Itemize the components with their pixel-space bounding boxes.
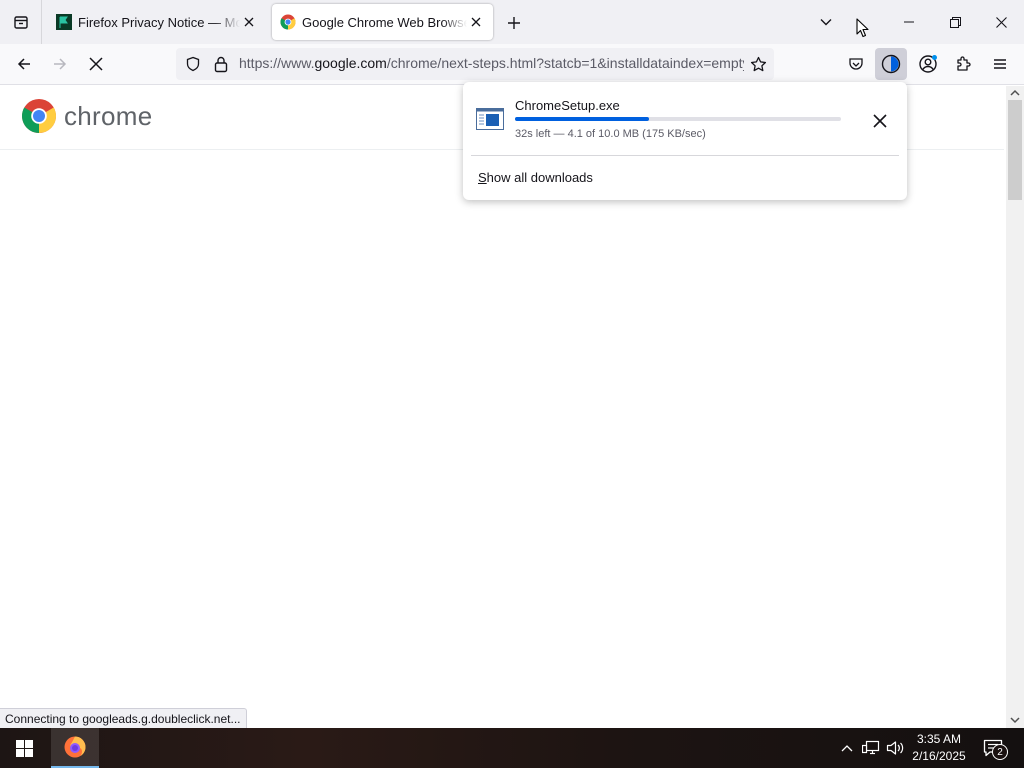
tab-title: Google Chrome Web Browser: Download [302, 14, 467, 30]
lock-icon[interactable] [213, 55, 229, 73]
tab-close-icon[interactable] [467, 13, 485, 31]
account-button[interactable] [912, 48, 944, 80]
show-hidden-icons-button[interactable] [836, 736, 858, 760]
url-text[interactable]: https://www.google.com/chrome/next-steps… [239, 55, 744, 71]
hamburger-menu-icon [994, 59, 1006, 69]
star-bookmark-icon[interactable] [750, 56, 767, 73]
restore-button[interactable] [932, 0, 978, 44]
new-tab-button[interactable] [502, 11, 526, 35]
notification-count-badge: 2 [992, 744, 1008, 760]
windows-taskbar: 3:35 AM 2/16/2025 2 [0, 728, 1024, 768]
arrow-left-icon [17, 58, 30, 70]
close-icon [995, 16, 1007, 28]
scroll-thumb[interactable] [1008, 100, 1022, 200]
download-progress-icon [881, 54, 901, 74]
menu-button[interactable] [984, 48, 1016, 80]
navigation-toolbar: https://www.google.com/chrome/next-steps… [0, 44, 1024, 85]
tab-google-chrome[interactable]: Google Chrome Web Browser: Download [272, 4, 493, 40]
cancel-download-button[interactable] [865, 106, 895, 136]
action-center-button[interactable]: 2 [978, 734, 1008, 762]
divider [471, 155, 899, 156]
clock-time: 3:35 AM [916, 732, 962, 746]
url-path: /chrome/next-steps.html?statcb=1&install… [386, 55, 744, 71]
minimize-button[interactable] [886, 0, 932, 44]
volume-tray-button[interactable] [884, 736, 906, 760]
shield-icon[interactable] [185, 56, 201, 72]
account-icon [919, 55, 937, 73]
plus-icon [508, 17, 520, 29]
extensions-button[interactable] [948, 48, 980, 80]
downloads-button[interactable] [875, 48, 907, 80]
tab-close-icon[interactable] [240, 13, 258, 31]
scroll-up-arrow-icon[interactable] [1010, 89, 1020, 97]
stop-loading-icon [89, 57, 103, 71]
start-button[interactable] [0, 728, 48, 768]
firefox-view-icon [13, 16, 28, 29]
chevron-down-icon [820, 19, 832, 26]
mouse-cursor-icon [856, 18, 869, 38]
exe-file-icon [476, 108, 504, 130]
minimize-icon [904, 21, 914, 23]
chrome-logo-icon[interactable] [21, 98, 57, 134]
tab-firefox-privacy[interactable]: Firefox Privacy Notice — Mozilla [48, 4, 266, 40]
stop-button[interactable] [80, 48, 112, 80]
address-bar[interactable]: https://www.google.com/chrome/next-steps… [176, 48, 774, 80]
show-all-downloads-button[interactable]: Show all downloads [478, 170, 593, 185]
page-scrollbar[interactable] [1006, 86, 1024, 728]
mozilla-flag-icon [56, 14, 72, 30]
puzzle-piece-icon [957, 56, 971, 71]
show-all-label: how all downloads [486, 170, 593, 185]
brand-wordmark[interactable]: chrome [64, 101, 153, 132]
taskbar-clock[interactable]: 3:35 AM 2/16/2025 [908, 731, 970, 765]
download-progress-bar [515, 117, 841, 121]
status-bar: Connecting to googleads.g.doubleclick.ne… [0, 708, 247, 728]
url-domain: google.com [314, 55, 387, 71]
network-icon [862, 740, 880, 755]
tab-title: Firefox Privacy Notice — Mozilla [78, 14, 240, 30]
arrow-right-icon [54, 58, 67, 70]
close-window-button[interactable] [978, 0, 1024, 44]
network-tray-button[interactable] [860, 736, 882, 760]
back-button[interactable] [8, 48, 40, 80]
downloads-panel: ChromeSetup.exe 32s left — 4.1 of 10.0 M… [463, 82, 907, 200]
scroll-down-arrow-icon[interactable] [1010, 716, 1020, 724]
firefox-view-button[interactable] [0, 0, 42, 44]
chrome-favicon-icon [280, 14, 296, 30]
access-key: S [478, 170, 487, 185]
tab-strip: Firefox Privacy Notice — Mozilla Google … [0, 0, 1024, 44]
download-progress-fill [515, 117, 649, 121]
list-all-tabs-button[interactable] [814, 10, 838, 34]
firefox-logo-icon [64, 736, 86, 758]
forward-button[interactable] [44, 48, 76, 80]
url-prefix: https://www. [239, 55, 315, 71]
pocket-button[interactable] [840, 48, 872, 80]
download-status: 32s left — 4.1 of 10.0 MB (175 KB/sec) [515, 128, 706, 140]
pocket-icon [849, 58, 863, 70]
taskbar-firefox-button[interactable] [51, 728, 99, 768]
clock-date: 2/16/2025 [912, 749, 966, 763]
restore-icon [949, 16, 961, 28]
chevron-up-icon [841, 745, 853, 752]
speaker-icon [886, 741, 904, 755]
close-icon [873, 114, 887, 128]
windows-logo-icon [15, 739, 33, 757]
download-filename[interactable]: ChromeSetup.exe [515, 98, 620, 113]
